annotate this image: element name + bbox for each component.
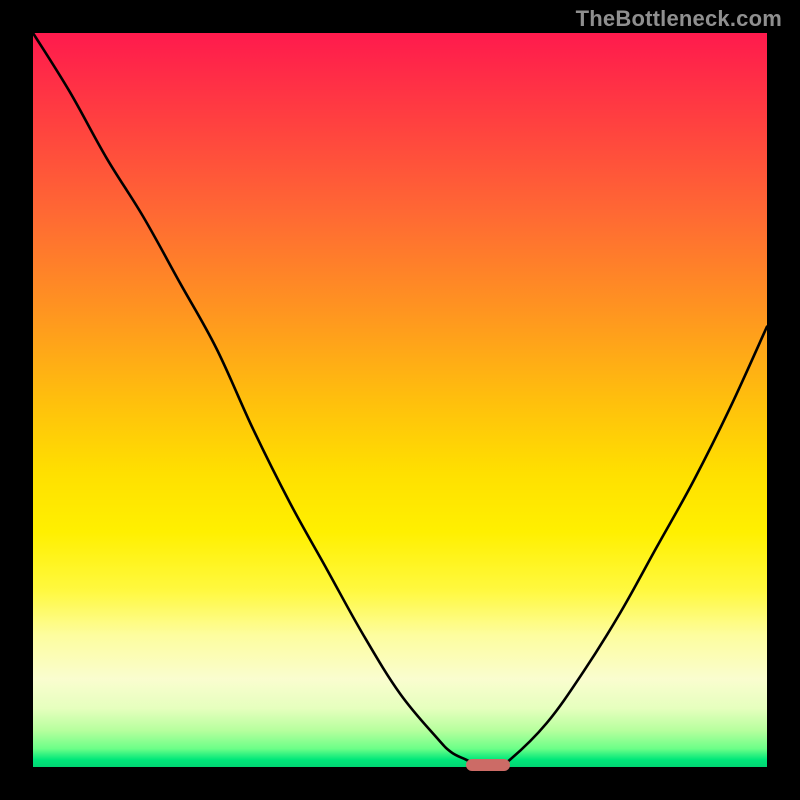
minimum-marker: [466, 759, 510, 771]
watermark-text: TheBottleneck.com: [576, 6, 782, 32]
bottleneck-curve: [33, 33, 767, 767]
chart-frame: TheBottleneck.com: [0, 0, 800, 800]
